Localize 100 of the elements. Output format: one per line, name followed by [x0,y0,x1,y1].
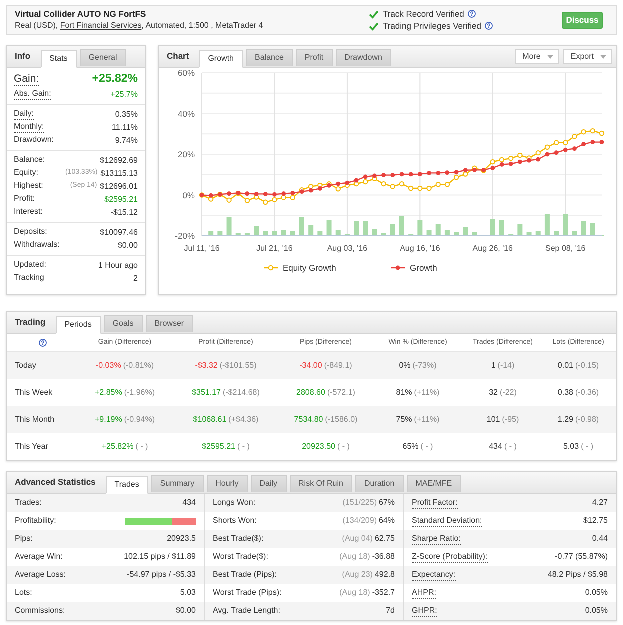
stat-label: Abs. Gain: [14,89,52,100]
cell-value: 20923.50 [302,440,336,452]
cell-value: $2595.21 [202,440,236,452]
cell-value: 1 [491,360,496,372]
stat-note: (Aug 23) [342,569,373,581]
period-label: This Year [14,440,50,452]
stat-label: Worst Trade($): [213,552,268,562]
stat-label: Deposits: [14,227,48,238]
stat-value: 64% [378,515,395,527]
stat-label: Longs Won: [213,498,256,508]
stat-value: 4.27 [592,497,608,509]
cell-value: 65% [402,440,419,452]
cell-value: 434 [489,440,502,452]
stat-note: (Aug 04) [342,533,373,545]
y-axis-label: 20% [178,150,195,160]
stat-label: Pips: [15,534,33,544]
stat-label: Equity: [14,168,38,179]
stat-value: 102.15 pips / $11.89 [124,551,196,563]
cell-difference: ( - ) [504,440,517,452]
cell-difference: (+$4.36) [228,414,259,426]
stat-value: 0.44 [592,533,608,545]
stat-label: Balance: [14,155,46,166]
cell-value: +2.85% [94,386,122,398]
cell-value: 0.38 [558,386,574,398]
cell-difference: ( - ) [237,440,250,452]
cell-value: +25.82% [102,440,134,452]
period-label: This Week [14,386,54,398]
cell-difference: (-14) [498,360,515,372]
stat-label: Z-Score (Probability): [412,552,488,562]
account-title: Virtual Collider AUTO NG FortFS [15,9,148,20]
stat-value: $2595.21 [104,194,138,206]
x-axis-label: Aug 03, '16 [327,244,368,253]
stat-label: Daily: [14,109,34,120]
panel-title: Advanced Statistics [15,476,96,489]
cell-difference: (+11%) [414,386,440,398]
stat-value: 1 Hour ago [98,260,138,272]
stat-value: 5.03 [180,587,196,599]
stat-value: -36.88 [372,551,395,563]
stat-value: 7d [386,605,395,617]
cell-value: 81% [396,386,412,398]
stat-note: (151/225) [342,497,377,509]
cell-difference: (-$214.68) [223,386,260,398]
stat-value: 48.2 Pips / $5.98 [548,569,608,581]
cell-difference: (-0.15) [576,360,600,372]
cell-value: 0% [399,360,411,372]
cell-difference: (-1.96%) [124,386,156,398]
panel-title: Chart [167,50,190,63]
cell-value: $351.17 [192,386,221,398]
stat-value: 0.05% [585,587,608,599]
stat-value: 67% [378,497,395,509]
stat-label: Profit Factor: [412,498,458,508]
verification-label: Track Record Verified [383,9,464,19]
cell-value: +9.19% [94,414,122,426]
stat-value: 2 [134,272,138,284]
x-axis-label: Aug 16, '16 [400,244,440,253]
x-axis-label: Jul 21, '16 [256,244,293,253]
stat-label: Drawdown: [14,135,54,146]
y-axis-label: -20% [175,231,195,241]
stat-value: $12692.69 [100,154,138,166]
stat-value: -0.77 (55.87%) [555,551,608,563]
cell-difference: (-849.1) [324,360,352,372]
stat-label: Interest: [14,207,43,218]
stat-value: $12696.01 [100,180,138,192]
cell-difference: (-73%) [412,360,437,372]
stat-value: -54.97 pips / -$5.33 [127,569,196,581]
cell-difference: ( - ) [420,440,434,452]
stat-value: 492.8 [374,569,395,581]
stat-label: Best Trade($): [213,534,264,544]
account-details: Real (USD), Fort Financial Services, Automated, 1:500 , MetaTrader 4 [15,20,264,31]
stat-value: 11.11% [112,122,138,134]
stat-label: Trades: [15,498,42,508]
cell-difference: ( - ) [337,440,350,452]
stat-label: Average Loss: [15,570,66,580]
stat-value: 0.35% [115,108,138,120]
stat-label: Average Win: [15,552,63,562]
x-axis-label: Jul 11, '16 [184,244,220,253]
cell-value: 7534.80 [294,414,324,426]
cell-value: 75% [396,414,412,426]
stat-label: Avg. Trade Length: [213,606,280,616]
verification-label: Trading Privileges Verified [383,21,482,31]
cell-value: -$3.32 [195,360,218,372]
stat-label: Shorts Won: [213,516,257,526]
stat-label: Commissions: [15,606,66,616]
stat-label: Withdrawals: [14,240,60,251]
cell-difference: (-572.1) [327,386,356,398]
cell-difference: (+11%) [414,414,440,426]
cell-difference: (-0.94%) [124,414,156,426]
stat-value: 434 [182,497,196,509]
stat-label: Lots: [15,588,32,598]
panel-title: Trading [15,316,46,329]
stat-value: $12.75 [584,515,608,527]
y-axis-label: 40% [178,108,195,119]
period-label: This Month [14,414,56,426]
cell-difference: (-0.81%) [123,360,154,372]
cell-difference: (-1586.0) [325,414,358,426]
cell-value: 5.03 [563,440,580,452]
cell-value: 101 [486,414,500,426]
stat-label: Updated: [14,260,46,271]
stat-value: $13115.13 [100,168,138,180]
cell-value: -0.03% [96,360,122,372]
